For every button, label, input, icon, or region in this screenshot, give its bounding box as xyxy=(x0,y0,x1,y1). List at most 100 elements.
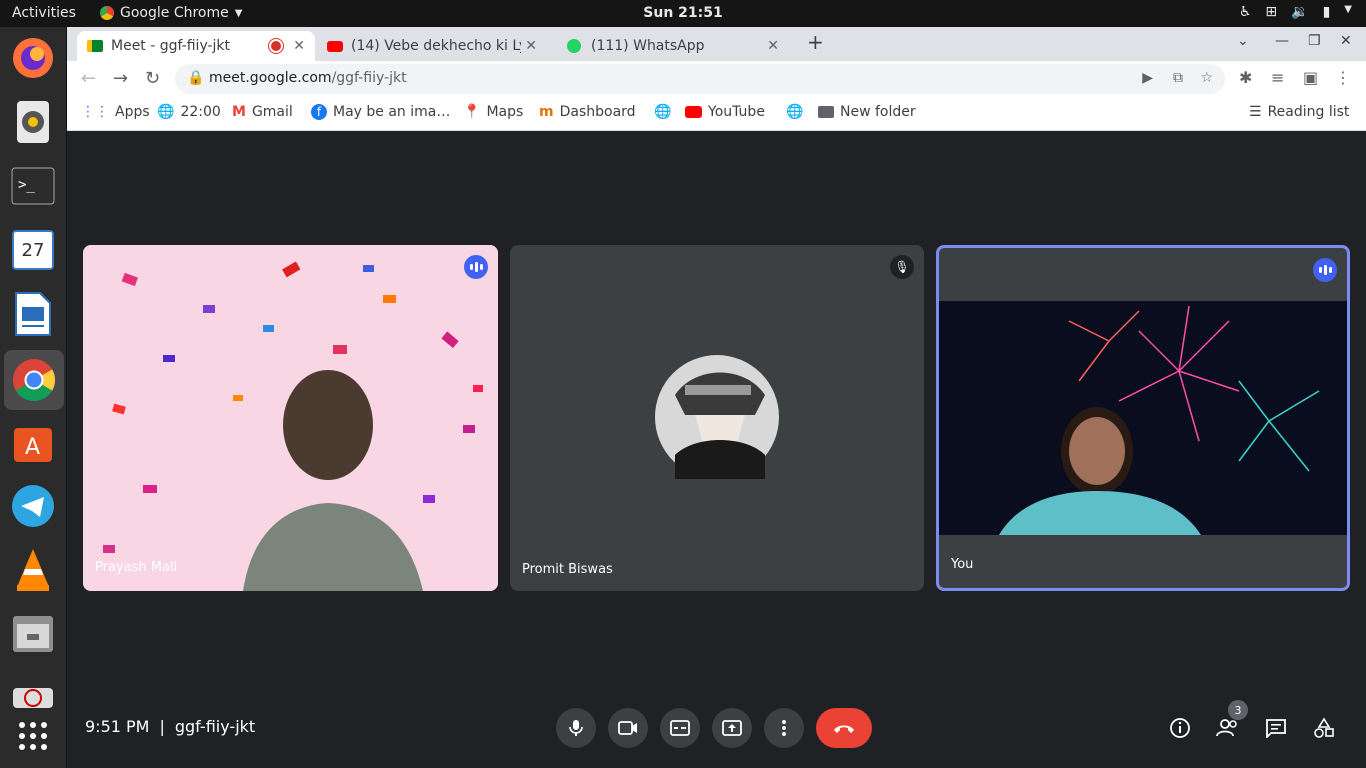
bookmark-2200[interactable]: 🌐 22:00 xyxy=(157,104,221,120)
tab-whatsapp[interactable]: (111) WhatsApp ✕ xyxy=(557,31,789,61)
close-window-icon[interactable]: ✕ xyxy=(1340,33,1352,49)
volume-icon[interactable]: 🔉 xyxy=(1291,4,1308,20)
camera-button[interactable] xyxy=(608,708,648,748)
close-tab-icon[interactable]: ✕ xyxy=(293,38,305,54)
youtube-icon xyxy=(685,106,702,118)
reading-list-icon: ☰ xyxy=(1249,104,1262,120)
self-video xyxy=(939,301,1347,535)
more-options-button[interactable] xyxy=(764,708,804,748)
meeting-details: 9:51 PM | ggf-fiiy-jkt xyxy=(85,717,255,736)
present-screen-button[interactable] xyxy=(712,708,752,748)
bookmark-facebook[interactable]: f May be an ima… xyxy=(311,104,450,120)
bookmark-new-folder[interactable]: New folder xyxy=(818,104,916,120)
address-bar[interactable]: 🔒 meet.google.com/ggf-fiiy-jkt ▶ ⧉ ☆ xyxy=(175,64,1225,94)
firefox-icon[interactable] xyxy=(10,35,56,81)
muted-mic-icon: 🎙 xyxy=(890,255,914,279)
meeting-info-button[interactable] xyxy=(1166,714,1194,742)
system-tray[interactable]: ♿ ⊞ 🔉 ▮ ▼ xyxy=(1239,4,1352,20)
microphone-icon xyxy=(569,720,583,736)
menu-kebab-icon[interactable]: ⋮ xyxy=(1335,68,1351,87)
bookmark-globe-2[interactable]: 🌐 xyxy=(786,104,803,120)
bookmark-label: Apps xyxy=(115,104,150,120)
youtube-favicon xyxy=(327,40,343,52)
bookmark-dashboard[interactable]: m Dashboard xyxy=(539,104,636,120)
captions-button[interactable] xyxy=(660,708,700,748)
terminal-icon[interactable]: >_ xyxy=(10,163,56,209)
svg-text:>_: >_ xyxy=(18,177,35,193)
chrome-dock-icon[interactable] xyxy=(4,350,64,410)
tab-youtube[interactable]: (14) Vebe dekhecho ki Lyri ✕ xyxy=(317,31,547,61)
back-icon[interactable]: ← xyxy=(81,68,96,89)
tab-meet[interactable]: Meet - ggf-fiiy-jkt ✕ xyxy=(77,31,315,61)
software-center-icon[interactable]: A xyxy=(10,419,56,465)
battery-icon[interactable]: ▮ xyxy=(1323,4,1331,20)
meet-favicon xyxy=(87,40,103,52)
show-applications-icon[interactable] xyxy=(10,713,56,759)
translate-icon[interactable]: ⧉ xyxy=(1173,70,1183,86)
calendar-icon[interactable]: 27 xyxy=(10,227,56,273)
bookmark-maps[interactable]: 📍 Maps xyxy=(463,104,523,120)
rhythmbox-icon[interactable] xyxy=(10,99,56,145)
recording-icon xyxy=(271,41,281,51)
leave-call-button[interactable] xyxy=(816,708,872,748)
participant-tile[interactable]: 🎙 Promit Biswas xyxy=(510,245,924,591)
bookmark-label: Gmail xyxy=(251,104,293,120)
activities-button[interactable] xyxy=(1310,714,1338,742)
telegram-icon[interactable] xyxy=(10,483,56,529)
tab-search-icon[interactable]: ⌄ xyxy=(1237,33,1249,49)
dashboard-icon: m xyxy=(539,104,554,120)
close-tab-icon[interactable]: ✕ xyxy=(767,38,779,54)
bookmark-youtube[interactable]: YouTube xyxy=(685,104,765,120)
lock-icon[interactable]: 🔒 xyxy=(187,70,204,86)
extensions-icon[interactable]: ✱ xyxy=(1239,68,1252,87)
writer-icon[interactable] xyxy=(10,291,56,337)
activities-shapes-icon xyxy=(1314,717,1334,738)
details-separator: | xyxy=(159,717,165,736)
url-host: meet.google.com xyxy=(209,70,332,86)
camera-icon[interactable]: ▶ xyxy=(1142,70,1153,86)
profile-avatar-icon[interactable]: ▣ xyxy=(1303,68,1318,87)
whatsapp-favicon xyxy=(567,39,581,53)
minimize-icon[interactable]: — xyxy=(1275,33,1289,49)
participant-tile-self[interactable]: You xyxy=(936,245,1350,591)
meeting-code: ggf-fiiy-jkt xyxy=(174,717,256,736)
svg-text:A: A xyxy=(25,435,40,460)
people-count-badge: 3 xyxy=(1228,700,1248,720)
globe-icon: 🌐 xyxy=(786,104,804,120)
chat-button[interactable] xyxy=(1262,714,1290,742)
accessibility-icon[interactable]: ♿ xyxy=(1239,4,1252,20)
reading-list-label: Reading list xyxy=(1267,104,1350,120)
network-icon[interactable]: ⊞ xyxy=(1265,4,1277,20)
new-tab-icon[interactable]: + xyxy=(807,30,824,54)
bookmark-gmail[interactable]: M Gmail xyxy=(232,104,293,120)
vlc-icon[interactable] xyxy=(10,547,56,593)
participant-tile[interactable]: Prayash Mali xyxy=(83,245,498,591)
participant-name: Promit Biswas xyxy=(522,562,613,577)
bookmarks-bar: ⋮⋮ Apps 🌐 22:00 M Gmail f May be an ima… 📍 Ma… xyxy=(67,97,1366,131)
globe-icon: 🌐 xyxy=(157,104,175,120)
folder-icon xyxy=(818,106,834,118)
system-top-bar: Activities Google Chrome ▼ Sun 21:51 ♿ ⊞… xyxy=(0,0,1366,27)
participant-video xyxy=(83,245,498,591)
forward-icon[interactable]: → xyxy=(113,68,128,89)
chat-icon xyxy=(1266,719,1286,738)
files-icon[interactable] xyxy=(10,611,56,657)
more-vert-icon xyxy=(782,720,786,736)
people-button[interactable]: 3 xyxy=(1214,700,1248,742)
reading-list-button[interactable]: ☰ Reading list xyxy=(1249,104,1349,120)
close-tab-icon[interactable]: ✕ xyxy=(525,38,537,54)
bookmark-star-icon[interactable]: ☆ xyxy=(1200,70,1213,86)
bookmark-apps[interactable]: ⋮⋮ Apps xyxy=(81,104,150,120)
bookmark-label: May be an ima… xyxy=(333,104,451,120)
bookmark-label: Maps xyxy=(486,104,524,120)
media-control-icon[interactable]: ≡ xyxy=(1271,68,1284,87)
reload-icon[interactable]: ↻ xyxy=(145,68,160,89)
bookmark-globe[interactable]: 🌐 xyxy=(654,104,671,120)
bookmark-label: New folder xyxy=(840,104,916,120)
system-clock[interactable]: Sun 21:51 xyxy=(0,5,1366,21)
url-text: meet.google.com/ggf-fiiy-jkt xyxy=(209,70,407,86)
chevron-down-icon[interactable]: ▼ xyxy=(1344,4,1352,20)
maximize-icon[interactable]: ❐ xyxy=(1308,33,1321,49)
tab-title: Meet - ggf-fiiy-jkt xyxy=(111,38,231,54)
microphone-button[interactable] xyxy=(556,708,596,748)
